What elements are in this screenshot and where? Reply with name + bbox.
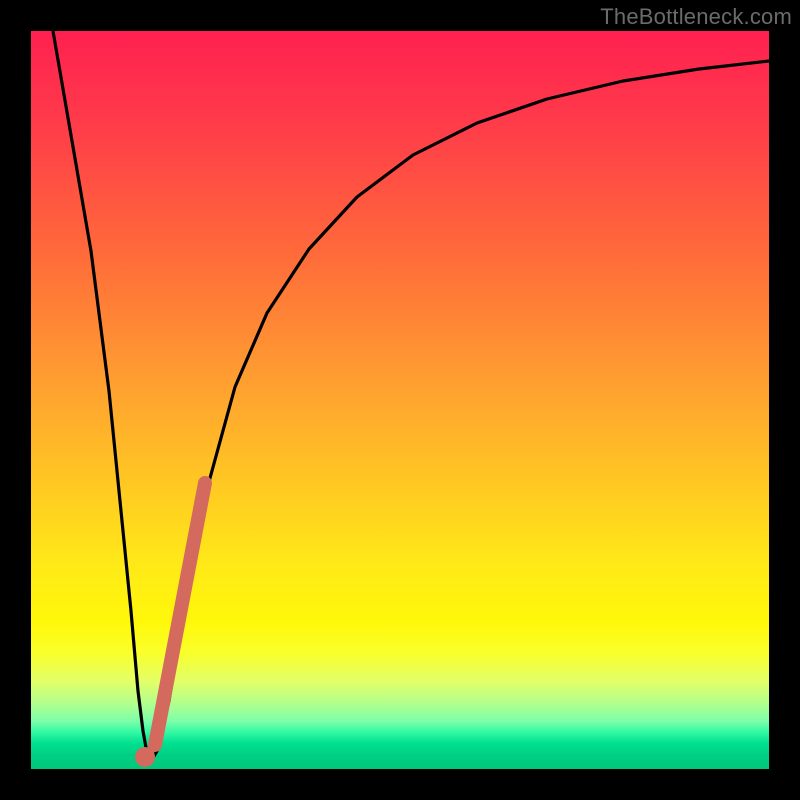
chart-svg [31, 31, 769, 769]
plot-area [31, 31, 769, 769]
watermark-text: TheBottleneck.com [600, 4, 792, 30]
bottleneck-curve [53, 31, 769, 761]
highlight-dot [135, 747, 155, 767]
chart-frame: TheBottleneck.com [0, 0, 800, 800]
highlight-segment [155, 483, 205, 745]
